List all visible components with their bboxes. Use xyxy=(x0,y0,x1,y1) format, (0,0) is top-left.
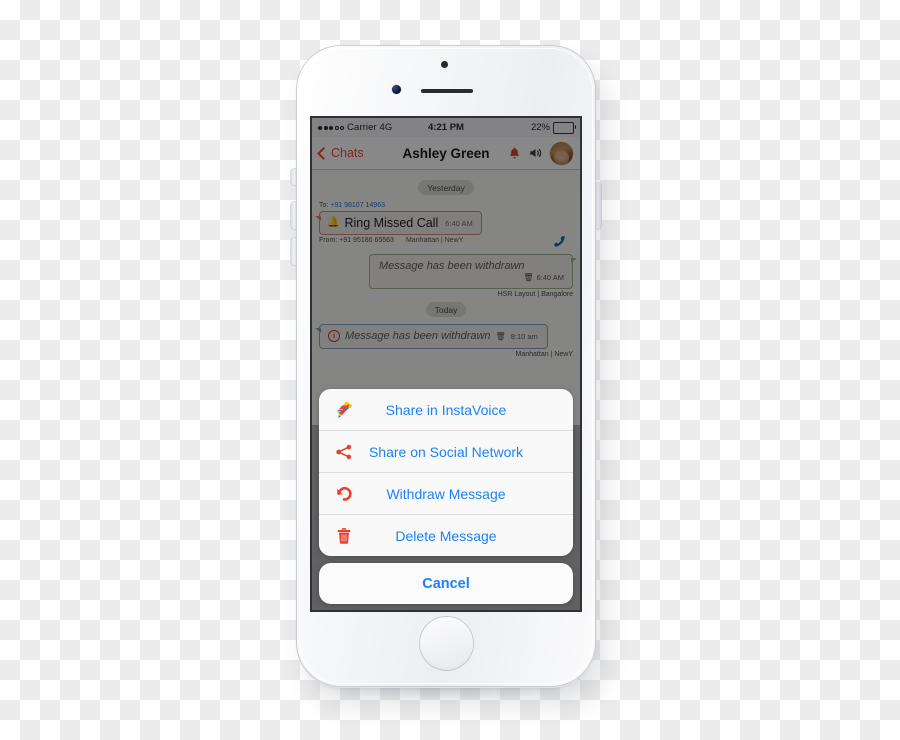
phone-icon[interactable] xyxy=(552,234,567,249)
earpiece-speaker xyxy=(421,89,473,93)
withdrawn-location-outgoing: HSR Layout | Bangalore xyxy=(497,291,573,298)
missed-call-time: 6:40 AM xyxy=(445,218,473,228)
cancel-button[interactable]: Cancel xyxy=(319,563,573,604)
action-label: Withdraw Message xyxy=(386,485,506,502)
withdrawn-text: Message has been withdrawn xyxy=(345,330,491,342)
action-share-on-social-network[interactable]: Share on Social Network xyxy=(319,430,573,472)
bell-icon[interactable] xyxy=(508,146,521,160)
status-bar: Carrier 4G 4:21 PM 22% xyxy=(312,118,580,137)
parrot-icon xyxy=(334,400,354,420)
undo-icon xyxy=(334,484,354,504)
front-camera-icon xyxy=(392,85,401,94)
trash-icon xyxy=(334,526,354,546)
action-withdraw-message[interactable]: Withdraw Message xyxy=(319,472,573,514)
chat-navigation-bar: Chats Ashley Green xyxy=(312,137,580,170)
withdrawn-time: 8:10 am xyxy=(510,331,538,341)
action-label: Delete Message xyxy=(395,527,497,544)
message-to-line: To: +91 98107 14963 xyxy=(319,202,573,209)
chat-message-list[interactable]: Yesterday To: +91 98107 14963 🔔 Ring Mis… xyxy=(312,170,580,426)
to-number[interactable]: +91 98107 14963 xyxy=(330,202,385,209)
home-button[interactable] xyxy=(420,617,473,670)
info-circle-icon: i xyxy=(328,330,340,342)
withdrawn-text: Message has been withdrawn xyxy=(379,260,525,272)
day-chip-label: Today xyxy=(425,302,467,317)
back-button-label: Chats xyxy=(331,146,364,160)
message-missed-call[interactable]: To: +91 98107 14963 🔔 Ring Missed Call 6… xyxy=(315,202,573,247)
bell-red-icon: 🔔 xyxy=(327,217,340,228)
status-bar-right: 22% xyxy=(530,121,576,134)
action-label: Share on Social Network xyxy=(368,443,524,460)
proximity-sensor xyxy=(441,61,448,68)
message-from-line: From: +91 95186 65563 Manhattan | NewY xyxy=(319,237,573,244)
message-withdrawn-outgoing[interactable]: Message has been withdrawn 🗑 6:40 AM HSR… xyxy=(319,254,577,298)
day-chip-label: Yesterday xyxy=(418,180,474,195)
message-withdrawn-incoming[interactable]: i Message has been withdrawn 🗑 8:10 am M… xyxy=(315,324,573,358)
trash-icon: 🗑 xyxy=(495,331,506,341)
withdrawn-bubble-incoming[interactable]: i Message has been withdrawn 🗑 8:10 am xyxy=(315,324,548,349)
speaker-icon[interactable] xyxy=(528,146,543,160)
trash-icon: 🗑 xyxy=(523,273,534,282)
phone-screen: Carrier 4G 4:21 PM 22% Chats Ashley Gree… xyxy=(312,118,580,610)
battery-icon xyxy=(553,121,576,134)
power-button[interactable] xyxy=(594,183,601,229)
from-number: +91 95186 65563 xyxy=(339,237,394,244)
action-sheet: Share in InstaVoice Share on Social Netw… xyxy=(319,389,573,604)
day-separator-yesterday: Yesterday xyxy=(319,180,573,195)
withdrawn-location-incoming: Manhattan | NewY xyxy=(515,351,573,358)
day-separator-today: Today xyxy=(319,302,573,317)
chevron-left-icon xyxy=(317,146,330,160)
action-delete-message[interactable]: Delete Message xyxy=(319,514,573,556)
action-label: Share in InstaVoice xyxy=(385,401,507,418)
back-to-chats-button[interactable]: Chats xyxy=(317,146,364,160)
to-label: To: xyxy=(319,202,329,209)
missed-call-location: Manhattan | NewY xyxy=(405,237,464,244)
battery-percent-label: 22% xyxy=(530,122,550,133)
withdrawn-time: 6:40 AM xyxy=(536,273,564,282)
action-share-in-instavoice[interactable]: Share in InstaVoice xyxy=(319,389,573,430)
nav-bar-actions xyxy=(508,141,573,165)
missed-call-bubble[interactable]: 🔔 Ring Missed Call 6:40 AM xyxy=(315,211,482,235)
missed-call-title: Ring Missed Call xyxy=(344,216,439,230)
from-label: From: xyxy=(319,237,338,244)
contact-avatar[interactable] xyxy=(550,141,573,165)
withdrawn-bubble-outgoing[interactable]: Message has been withdrawn 🗑 6:40 AM xyxy=(369,254,577,289)
share-icon xyxy=(334,442,354,462)
action-sheet-options-group: Share in InstaVoice Share on Social Netw… xyxy=(319,389,573,556)
